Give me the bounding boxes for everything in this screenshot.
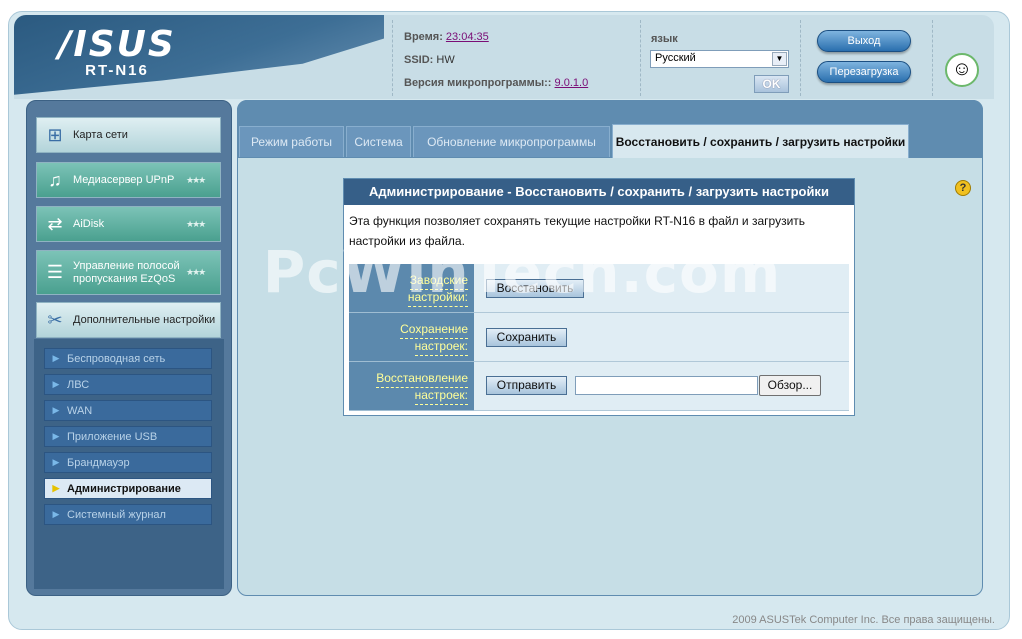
- factory-defaults-label: Заводские настройки:: [349, 264, 474, 313]
- panel-title: Администрирование - Восстановить / сохра…: [344, 179, 854, 205]
- triangle-right-icon: ▶: [52, 405, 60, 415]
- header-divider: [392, 20, 393, 96]
- language-selected: Русский: [655, 52, 696, 64]
- row-label-line: настроек:: [414, 338, 468, 356]
- triangle-right-icon: ▶: [52, 483, 60, 493]
- sidebar-subitem-usb[interactable]: ▶ Приложение USB: [44, 426, 212, 447]
- tab-restore-save-upload[interactable]: Восстановить / сохранить / загрузить нас…: [612, 124, 909, 158]
- aidisk-icon: ⇄: [47, 213, 63, 234]
- network-map-icon: ⊞: [47, 124, 63, 145]
- time-link[interactable]: 23:04:35: [446, 31, 489, 43]
- sidebar-subitem-wan[interactable]: ▶ WAN: [44, 400, 212, 421]
- footer-copyright: 2009 ASUSTek Computer Inc. Все права защ…: [732, 614, 995, 626]
- model-name: RT-N16: [85, 62, 149, 79]
- sidebar-item-label: Медиасервер UPnP: [73, 173, 175, 186]
- sidebar-subitem-label: Приложение USB: [67, 430, 158, 443]
- panel-description: Эта функция позволяет сохранять текущие …: [349, 214, 806, 248]
- ssid-info: SSID: HW: [404, 54, 455, 66]
- row-label-line: Восстановление: [376, 370, 468, 388]
- sidebar-subitem-label: Администрирование: [67, 482, 181, 495]
- assistant-avatar-icon[interactable]: ☺: [945, 53, 979, 87]
- sidebar-subitem-wireless[interactable]: ▶ Беспроводная сеть: [44, 348, 212, 369]
- triangle-right-icon: ▶: [52, 353, 60, 363]
- row-label-line: настройки:: [407, 289, 468, 307]
- sidebar-subitem-firewall[interactable]: ▶ Брандмауэр: [44, 452, 212, 473]
- stars-icon: ★★★: [186, 218, 206, 229]
- sidebar-subitem-label: Брандмауэр: [67, 456, 130, 469]
- time-info: Время: 23:04:35: [404, 31, 489, 43]
- sidebar-subitem-label: Беспроводная сеть: [67, 352, 166, 365]
- triangle-right-icon: ▶: [52, 457, 60, 467]
- tab-operation-mode[interactable]: Режим работы: [239, 126, 344, 157]
- browse-button[interactable]: Обзор...: [759, 375, 821, 396]
- media-server-icon: ♫: [48, 169, 62, 190]
- header-divider: [800, 20, 801, 96]
- sidebar-item-label: Карта сети: [73, 128, 128, 141]
- stars-icon: ★★★: [186, 174, 206, 185]
- logout-button[interactable]: Выход: [817, 30, 911, 52]
- language-select[interactable]: Русский ▼: [650, 50, 789, 68]
- sidebar-item-network-map[interactable]: ⊞ Карта сети: [36, 117, 221, 153]
- firmware-link[interactable]: 9.0.1.0: [555, 77, 589, 89]
- header-divider: [932, 20, 933, 96]
- triangle-right-icon: ▶: [52, 379, 60, 389]
- row-label-line: настроек:: [414, 387, 468, 405]
- reboot-button[interactable]: Перезагрузка: [817, 61, 911, 83]
- row-label-line: Заводские: [409, 272, 468, 290]
- sidebar-subitem-syslog[interactable]: ▶ Системный журнал: [44, 504, 212, 525]
- chevron-down-icon[interactable]: ▼: [772, 52, 787, 66]
- sidebar-subitem-administration[interactable]: ▶ Администрирование: [44, 478, 212, 499]
- sidebar-subitem-label: WAN: [67, 404, 93, 417]
- ezqos-icon: ☰: [46, 262, 64, 282]
- tab-firmware-upgrade[interactable]: Обновление микропрограммы: [413, 126, 610, 157]
- help-icon[interactable]: ?: [955, 180, 971, 196]
- sidebar-item-ezqos[interactable]: ☰ Управление полосой пропускания EzQoS ★…: [36, 250, 221, 295]
- sidebar-item-advanced[interactable]: ✂ Дополнительные настройки: [36, 302, 221, 338]
- save-button[interactable]: Сохранить: [486, 328, 567, 347]
- tab-system[interactable]: Система: [346, 126, 411, 157]
- restore-settings-label: Восстановление настроек:: [349, 362, 474, 411]
- ssid-label: SSID:: [404, 54, 434, 66]
- header-divider: [640, 20, 641, 96]
- triangle-right-icon: ▶: [52, 431, 60, 441]
- tools-icon: ✂: [47, 309, 63, 330]
- language-ok-button[interactable]: OK: [754, 75, 789, 93]
- sidebar-item-media-server[interactable]: ♫ Медиасервер UPnP ★★★: [36, 162, 221, 198]
- stars-icon: ★★★: [186, 267, 206, 277]
- sidebar-subitem-label: Системный журнал: [67, 508, 166, 521]
- file-path-input[interactable]: [575, 376, 758, 395]
- ssid-value: HW: [436, 54, 455, 66]
- sidebar-subitem-lan[interactable]: ▶ ЛВС: [44, 374, 212, 395]
- sidebar-subitem-label: ЛВС: [67, 378, 90, 391]
- language-label: язык: [651, 33, 678, 45]
- firmware-label: Версия микропрограммы::: [404, 77, 552, 89]
- sidebar-item-aidisk[interactable]: ⇄ AiDisk ★★★: [36, 206, 221, 242]
- upload-button[interactable]: Отправить: [486, 376, 567, 395]
- restore-button[interactable]: Восстановить: [486, 279, 584, 298]
- asus-logo: /ISUS: [58, 24, 176, 65]
- triangle-right-icon: ▶: [52, 509, 60, 519]
- sidebar-item-label: Дополнительные настройки: [73, 313, 216, 326]
- time-label: Время:: [404, 31, 443, 43]
- sidebar-item-label: Управление полосой пропускания EzQoS: [73, 259, 180, 285]
- firmware-info: Версия микропрограммы:: 9.0.1.0: [404, 77, 588, 89]
- row-label-line: Сохранение: [400, 321, 468, 339]
- sidebar-item-label: AiDisk: [73, 217, 105, 230]
- save-settings-label: Сохранение настроек:: [349, 313, 474, 362]
